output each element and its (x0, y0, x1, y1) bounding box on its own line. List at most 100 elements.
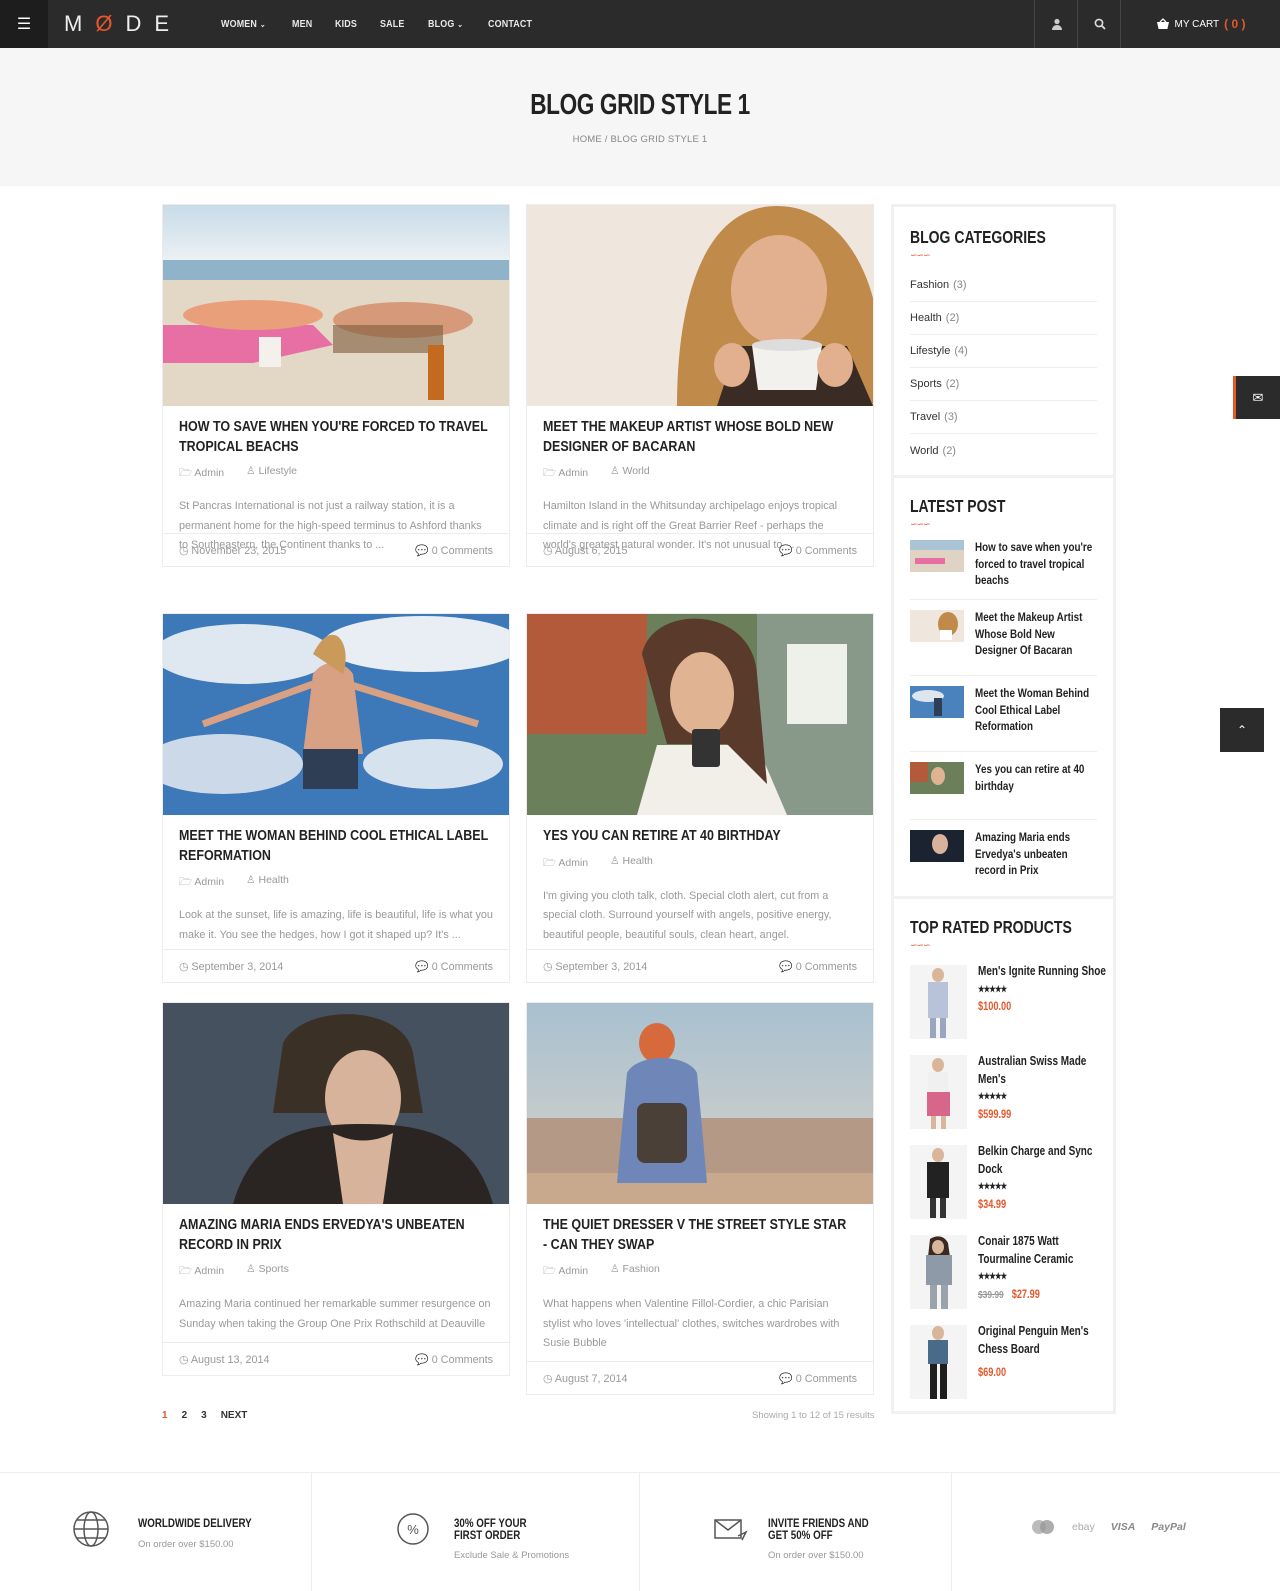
next-page-link[interactable]: NEXT (221, 1410, 248, 1421)
cart-label: MY CART (1174, 18, 1220, 30)
nav-item-blog[interactable]: BLOG ⌄ (428, 18, 463, 30)
feature-subtitle: On order over $150.00 (138, 1539, 234, 1550)
post-title[interactable]: AMAZING MARIA ENDS ERVEDYA'S UNBEATEN RE… (179, 1216, 489, 1255)
post-image-sky[interactable] (163, 614, 509, 815)
latest-post-item[interactable]: Meet the Woman Behind Cool Ethical Label… (910, 676, 1097, 752)
sidebar-title-latest: LATEST POST (910, 496, 1006, 516)
latest-post-title[interactable]: Meet the Makeup Artist Whose Bold New De… (975, 609, 1098, 659)
chevron-down-icon: ⌄ (259, 20, 266, 29)
post-category[interactable]: ♙ Health (610, 855, 653, 873)
category-item[interactable]: Fashion (3) (910, 269, 1097, 302)
post-image-city[interactable] (527, 1003, 873, 1204)
sidebar: BLOG CATEGORIES ∽∽∽ Fashion (3) Health (2)… (891, 204, 1116, 1414)
category-item[interactable]: Sports (2) (910, 368, 1097, 401)
post-author[interactable]: 🗁 Admin (179, 465, 224, 483)
product-price: $599.99 (978, 1108, 1012, 1121)
post-excerpt: Look at the sunset, life is amazing, lif… (179, 909, 493, 941)
product-thumb (910, 1235, 967, 1309)
post-author[interactable]: 🗁 Admin (543, 465, 588, 483)
category-item[interactable]: Travel (3) (910, 401, 1097, 434)
page-link-2[interactable]: 2 (182, 1410, 188, 1421)
feature-subtitle: Exclude Sale & Promotions (454, 1550, 570, 1561)
product-item[interactable]: Original Penguin Men's Chess Board $69.00 (910, 1323, 1097, 1413)
product-name[interactable]: Original Penguin Men's Chess Board (978, 1323, 1106, 1358)
nav-item-men[interactable]: MEN (292, 18, 312, 30)
post-comments[interactable]: 💬 0 Comments (779, 544, 857, 557)
results-count: Showing 1 to 12 of 15 results (752, 1410, 875, 1421)
product-item[interactable]: Men's Ignite Running Shoe ★★★★★ $100.00 (910, 963, 1106, 1053)
account-button[interactable] (1034, 0, 1078, 48)
product-name[interactable]: Belkin Charge and Sync Dock (978, 1143, 1106, 1178)
product-item[interactable]: Belkin Charge and Sync Dock ★★★★★ $34.99 (910, 1143, 1097, 1233)
latest-post-title[interactable]: Yes you can retire at 40 birthday (975, 761, 1098, 794)
page-link-1[interactable]: 1 (162, 1410, 168, 1421)
user-icon: ♙ (610, 465, 620, 477)
newsletter-button[interactable]: ✉ (1233, 376, 1280, 419)
latest-post-item[interactable]: How to save when you're forced to travel… (910, 530, 1097, 600)
post-comments[interactable]: 💬 0 Comments (415, 1353, 493, 1366)
post-title[interactable]: HOW TO SAVE WHEN YOU'RE FORCED TO TRAVEL… (179, 418, 489, 457)
menu-toggle-button[interactable]: ☰ (0, 0, 48, 48)
category-item[interactable]: Health (2) (910, 302, 1097, 335)
post-category[interactable]: ♙ Fashion (610, 1263, 660, 1281)
product-thumb (910, 1055, 967, 1129)
nav-item-sale[interactable]: SALE (380, 18, 404, 30)
clock-icon: ◷ (179, 544, 189, 557)
post-title[interactable]: MEET THE MAKEUP ARTIST WHOSE BOLD NEW DE… (543, 418, 853, 457)
page-header: BLOG GRID STYLE 1 HOME / BLOG GRID STYLE… (0, 48, 1280, 186)
post-card: THE QUIET DRESSER V THE STREET STYLE STA… (526, 1002, 874, 1395)
comment-icon: 💬 (779, 1372, 793, 1385)
latest-post-title[interactable]: How to save when you're forced to travel… (975, 539, 1098, 589)
post-comments[interactable]: 💬 0 Comments (415, 960, 493, 973)
latest-post-thumb (910, 610, 964, 642)
chevron-up-icon: ⌃ (1236, 723, 1248, 737)
product-name[interactable]: Men's Ignite Running Shoe (978, 963, 1106, 981)
back-to-top-button[interactable]: ⌃ (1220, 708, 1264, 752)
post-author[interactable]: 🗁 Admin (179, 1263, 224, 1281)
main-nav: WOMEN ⌄ MEN KIDS SALE BLOG ⌄ CONTACT (221, 0, 540, 48)
latest-post-item[interactable]: Meet the Makeup Artist Whose Bold New De… (910, 600, 1097, 676)
post-comments[interactable]: 💬 0 Comments (779, 1372, 857, 1385)
ornament-icon: ∽∽∽ (910, 519, 931, 529)
post-category[interactable]: ♙ Health (246, 874, 289, 892)
category-item[interactable]: Lifestyle (4) (910, 335, 1097, 368)
post-author[interactable]: 🗁 Admin (179, 874, 224, 892)
post-image-fur[interactable] (163, 1003, 509, 1204)
product-name[interactable]: Australian Swiss Made Men's (978, 1053, 1106, 1088)
post-title[interactable]: MEET THE WOMAN BEHIND COOL ETHICAL LABEL… (179, 827, 489, 866)
visa-logo: VISA (1110, 1521, 1136, 1533)
nav-item-contact[interactable]: CONTACT (488, 18, 532, 30)
latest-post-title[interactable]: Amazing Maria ends Ervedya's unbeaten re… (975, 829, 1098, 879)
post-date: ◷ September 3, 2014 (179, 960, 284, 973)
breadcrumb[interactable]: HOME / BLOG GRID STYLE 1 (0, 134, 1280, 145)
page-link-3[interactable]: 3 (201, 1410, 207, 1421)
search-button[interactable] (1077, 0, 1121, 48)
post-author[interactable]: 🗁 Admin (543, 1263, 588, 1281)
post-comments[interactable]: 💬 0 Comments (415, 544, 493, 557)
post-card: MEET THE MAKEUP ARTIST WHOSE BOLD NEW DE… (526, 204, 874, 567)
hamburger-icon: ☰ (16, 16, 32, 33)
post-image-beach[interactable] (163, 205, 509, 406)
post-category[interactable]: ♙ World (610, 465, 650, 483)
post-title[interactable]: YES YOU CAN RETIRE AT 40 BIRTHDAY (543, 827, 853, 847)
product-item[interactable]: Australian Swiss Made Men's ★★★★★ $599.99 (910, 1053, 1097, 1143)
product-item[interactable]: Conair 1875 Watt Tourmaline Ceramic ★★★★★… (910, 1233, 1097, 1323)
post-category[interactable]: ♙ Sports (246, 1263, 289, 1281)
post-image-coffee[interactable] (527, 205, 873, 406)
latest-post-item[interactable]: Yes you can retire at 40 birthday (910, 752, 1097, 820)
site-logo[interactable]: MØDE (64, 11, 182, 37)
post-comments[interactable]: 💬 0 Comments (779, 960, 857, 973)
product-name[interactable]: Conair 1875 Watt Tourmaline Ceramic (978, 1233, 1106, 1268)
clock-icon: ◷ (179, 1353, 189, 1366)
post-title[interactable]: THE QUIET DRESSER V THE STREET STYLE STA… (543, 1216, 853, 1255)
cart-button[interactable]: MY CART ( 0 ) (1120, 0, 1280, 48)
category-item[interactable]: World (2) (910, 434, 1097, 467)
nav-item-kids[interactable]: KIDS (335, 18, 357, 30)
latest-post-title[interactable]: Meet the Woman Behind Cool Ethical Label… (975, 685, 1098, 735)
post-category[interactable]: ♙ Lifestyle (246, 465, 297, 483)
latest-post-item[interactable]: Amazing Maria ends Ervedya's unbeaten re… (910, 820, 1097, 896)
nav-item-women[interactable]: WOMEN ⌄ (221, 18, 265, 30)
post-image-phone[interactable] (527, 614, 873, 815)
post-author[interactable]: 🗁 Admin (543, 855, 588, 873)
product-thumb (910, 1325, 967, 1399)
